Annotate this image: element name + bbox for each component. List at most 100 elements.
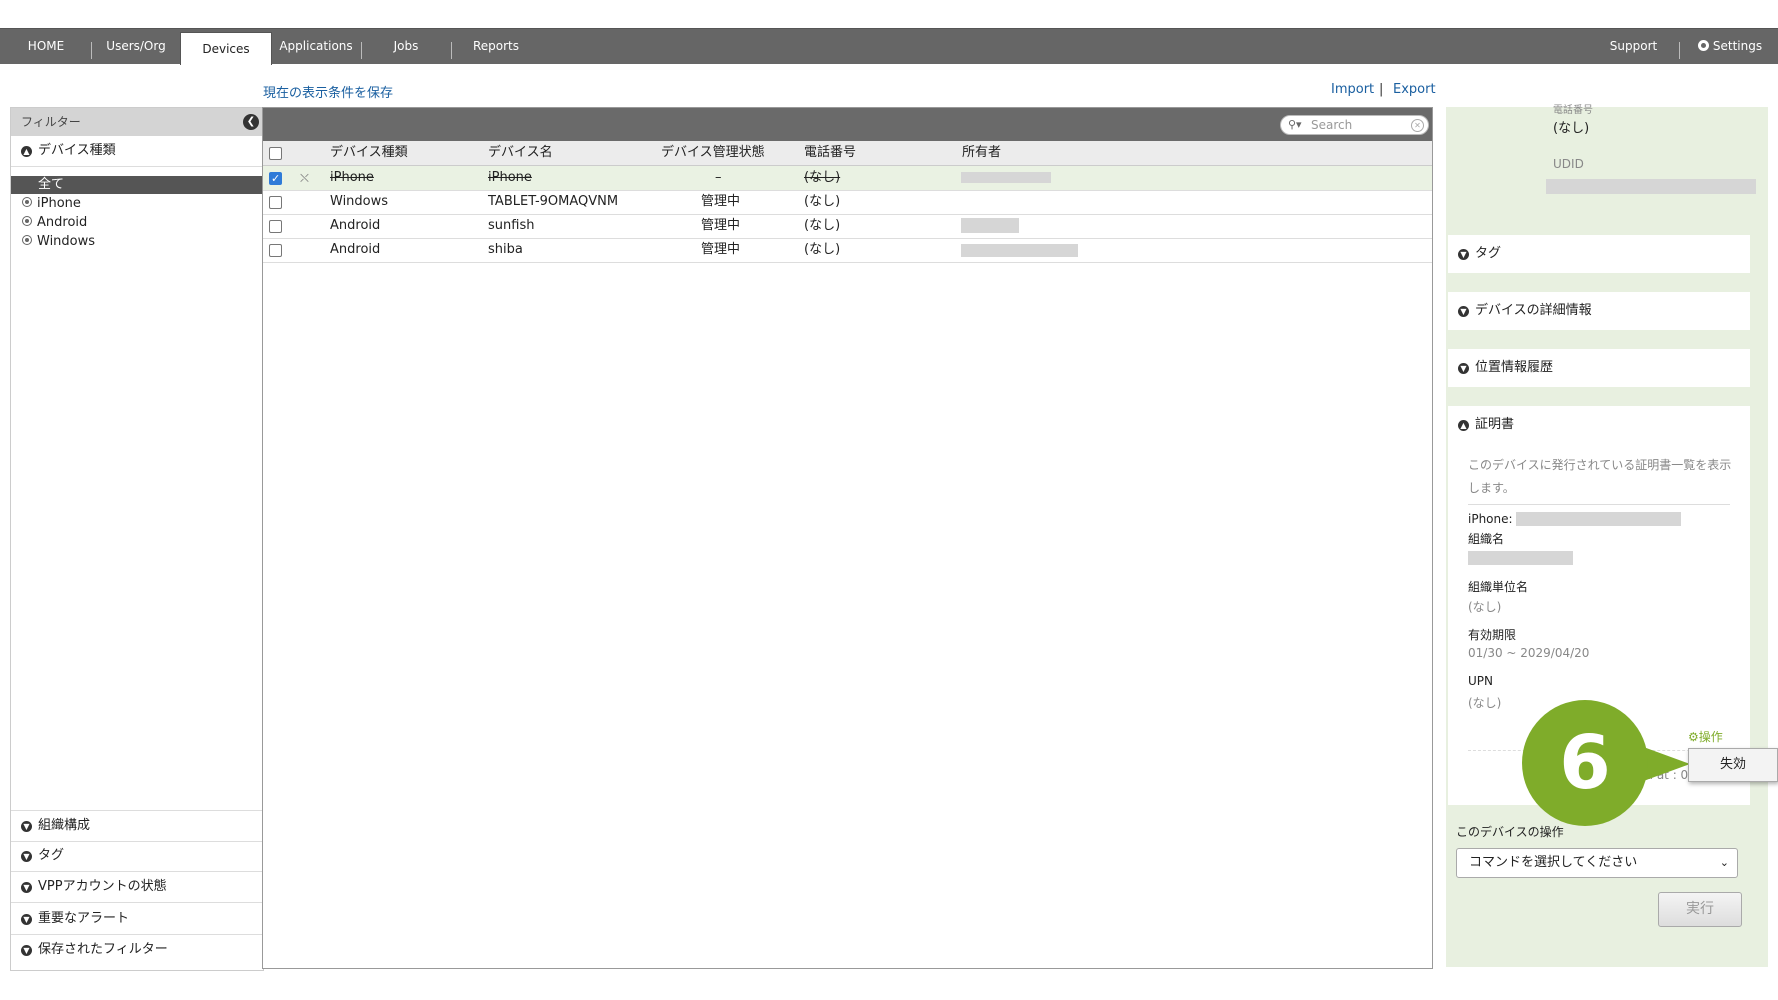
cert-item-prefix: iPhone: xyxy=(1468,512,1513,526)
clear-search-icon[interactable]: ✕ xyxy=(1411,119,1424,132)
row-checkbox[interactable] xyxy=(269,167,282,191)
redacted-owner xyxy=(961,172,1051,183)
tab-separator xyxy=(91,42,92,59)
col-phone-number[interactable]: 電話番号 xyxy=(804,141,856,165)
section-critical-alerts[interactable]: ▼ 重要なアラート xyxy=(11,904,263,935)
radio-icon xyxy=(22,216,32,226)
row-checkbox[interactable] xyxy=(269,196,282,209)
filter-item-android[interactable]: Android xyxy=(11,214,263,232)
section-saved-filters[interactable]: ▼ 保存されたフィルター xyxy=(11,935,263,965)
export-link[interactable]: Export xyxy=(1393,82,1436,97)
tab-separator xyxy=(451,42,452,59)
chevron-down-icon: ⌄ xyxy=(1719,856,1729,869)
radio-icon xyxy=(22,197,32,207)
chevron-down-icon: ▼ xyxy=(21,914,32,925)
col-device-name[interactable]: デバイス名 xyxy=(488,141,553,165)
section-title: ▼ デバイスの詳細情報 xyxy=(1458,292,1592,330)
cell-status: 管理中 xyxy=(701,218,741,233)
table-row[interactable]: ⛌ iPhone iPhone – (なし) xyxy=(263,166,1432,191)
unit-value: (なし) xyxy=(1468,600,1502,614)
table-row[interactable]: Android sunfish 管理中 (なし) xyxy=(263,214,1432,239)
device-details-section[interactable]: ▼ デバイスの詳細情報 xyxy=(1448,292,1750,330)
section-label: 重要なアラート xyxy=(38,911,130,926)
section-label: 保存されたフィルター xyxy=(38,942,168,957)
tab-applications[interactable]: Applications xyxy=(276,29,356,64)
section-vpp-account[interactable]: ▼ VPPアカウントの状態 xyxy=(11,872,263,903)
collapse-sidebar-button[interactable]: ❮ xyxy=(243,114,259,130)
save-filter-link[interactable]: 現在の表示条件を保存 xyxy=(263,82,393,101)
chevron-up-icon: ▲ xyxy=(1458,420,1469,431)
cell-device-type: Android xyxy=(330,242,381,257)
execute-button[interactable]: 実行 xyxy=(1658,892,1742,927)
search-input[interactable]: Search xyxy=(1311,116,1352,134)
section-org-structure[interactable]: ▼ 組織構成 xyxy=(11,810,263,842)
cell-device-type: iPhone xyxy=(330,170,374,185)
tab-reports[interactable]: Reports xyxy=(456,29,536,64)
cell-status: 管理中 xyxy=(701,242,741,257)
filter-item-iphone[interactable]: iPhone xyxy=(11,195,263,213)
settings-link[interactable]: Settings xyxy=(1690,29,1770,64)
redacted-udid xyxy=(1546,179,1756,194)
filter-item-label: iPhone xyxy=(37,196,81,211)
select-all-checkbox[interactable] xyxy=(269,147,282,160)
col-device-type[interactable]: デバイス種類 xyxy=(330,141,408,165)
filter-header: フィルター ❮ xyxy=(11,108,263,136)
command-select[interactable]: コマンドを選択してください ⌄ xyxy=(1456,848,1738,878)
radio-icon xyxy=(22,235,32,245)
cert-action-menu[interactable]: ⚙操作 xyxy=(1688,728,1723,745)
col-management-status[interactable]: デバイス管理状態 xyxy=(661,141,765,165)
filter-item-all[interactable]: 全て xyxy=(11,176,263,194)
table-row[interactable]: Android shiba 管理中 (なし) xyxy=(263,238,1432,263)
udid-label: UDID xyxy=(1553,157,1584,171)
row-checkbox[interactable] xyxy=(269,220,282,233)
tab-home[interactable]: HOME xyxy=(10,29,82,64)
certificate-description: このデバイスに発行されている証明書一覧を表示します。 xyxy=(1468,458,1732,495)
device-type-label: デバイス種類 xyxy=(38,143,116,158)
cell-phone: (なし) xyxy=(804,242,841,257)
tab-users-org[interactable]: Users/Org xyxy=(96,29,176,64)
col-owner[interactable]: 所有者 xyxy=(962,141,1001,165)
search-icon: ⚲▾ xyxy=(1288,118,1302,131)
cell-phone: (なし) xyxy=(804,170,841,185)
chevron-up-icon: ▲ xyxy=(21,146,32,157)
chevron-down-icon: ▼ xyxy=(1458,249,1469,260)
table-row[interactable]: Windows TABLET-9OMAQVNM 管理中 (なし) xyxy=(263,190,1432,215)
tag-section[interactable]: ▼ タグ xyxy=(1448,235,1750,273)
filter-item-label: Android xyxy=(37,215,88,230)
row-checkbox[interactable] xyxy=(269,244,282,257)
revoke-menu-item[interactable]: 失効 xyxy=(1688,748,1778,782)
cell-device-name: TABLET-9OMAQVNM xyxy=(488,194,619,209)
redacted-org-name xyxy=(1468,551,1573,565)
table-header: デバイス種類 デバイス名 デバイス管理状態 電話番号 所有者 xyxy=(263,141,1432,166)
cell-device-name: shiba xyxy=(488,242,523,257)
device-type-section-header[interactable]: ▲ デバイス種類 xyxy=(11,136,263,167)
org-label: 組織名 xyxy=(1468,532,1505,546)
upn-value: (なし) xyxy=(1468,696,1502,710)
device-operations-title: このデバイスの操作 xyxy=(1456,825,1564,839)
search-box[interactable]: ⚲▾ Search ✕ xyxy=(1280,115,1429,135)
tab-jobs[interactable]: Jobs xyxy=(368,29,444,64)
device-detail-panel: 電話番号 (なし) UDID ▼ タグ ▼ デバイスの詳細情報 ▼ 位置情報履歴 ▲ 証… xyxy=(1446,105,1768,967)
import-link[interactable]: Import xyxy=(1331,82,1374,97)
tab-devices[interactable]: Devices xyxy=(180,32,272,65)
top-navigation-bar: HOME Users/Org Devices Applications Jobs… xyxy=(0,28,1778,65)
cell-device-name: iPhone xyxy=(488,170,532,185)
filter-item-windows[interactable]: Windows xyxy=(11,233,263,251)
support-link[interactable]: Support xyxy=(1600,29,1667,64)
cell-device-type: Android xyxy=(330,218,381,233)
expiry-value: 01/30 ~ 2029/04/20 xyxy=(1468,646,1590,660)
section-title: ▼ タグ xyxy=(1458,235,1501,273)
section-title: ▼ 位置情報履歴 xyxy=(1458,349,1553,387)
redacted-owner xyxy=(961,244,1078,257)
unit-label: 組織単位名 xyxy=(1468,580,1529,594)
gear-icon xyxy=(1697,40,1709,51)
chevron-down-icon: ▼ xyxy=(1458,306,1469,317)
section-label: VPPアカウントの状態 xyxy=(38,879,167,894)
cell-device-name: sunfish xyxy=(488,218,535,233)
chevron-down-icon: ▼ xyxy=(21,851,32,862)
section-title[interactable]: ▲ 証明書 xyxy=(1458,406,1514,444)
tab-separator xyxy=(361,42,362,59)
location-history-section[interactable]: ▼ 位置情報履歴 xyxy=(1448,349,1750,387)
cell-phone: (なし) xyxy=(804,194,841,209)
section-tags[interactable]: ▼ タグ xyxy=(11,841,263,872)
